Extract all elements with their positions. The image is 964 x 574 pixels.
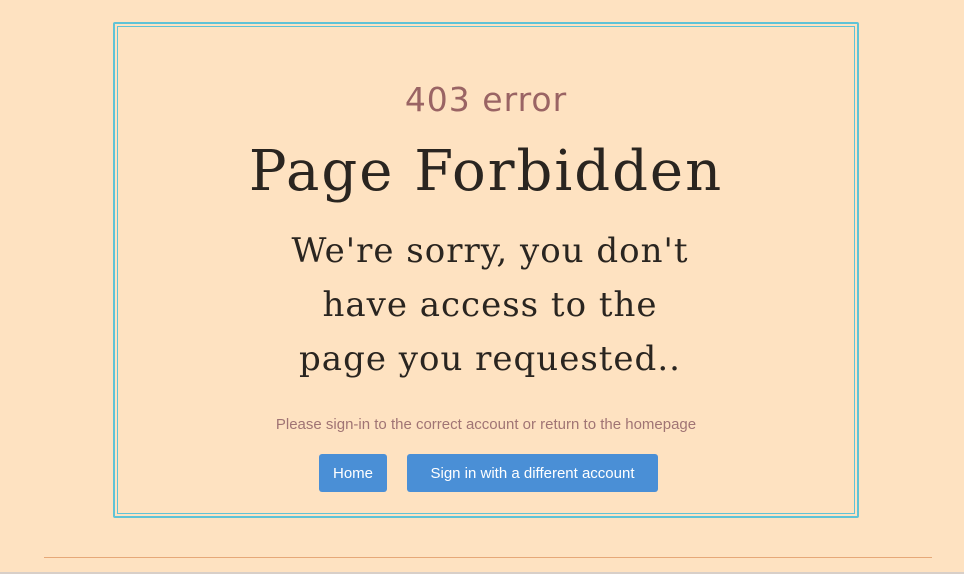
page-title: Page Forbidden: [248, 139, 724, 204]
footer-divider: [44, 557, 932, 558]
instruction-text: Please sign-in to the correct account or…: [275, 416, 697, 433]
sign-in-different-account-button[interactable]: Sign in with a different account: [407, 454, 658, 492]
home-button[interactable]: Home: [319, 454, 387, 492]
error-code: 403 error: [404, 80, 568, 119]
error-panel: 403 error Page Forbidden We're sorry, yo…: [113, 22, 859, 518]
error-message: We're sorry, you don't have access to th…: [291, 231, 689, 379]
